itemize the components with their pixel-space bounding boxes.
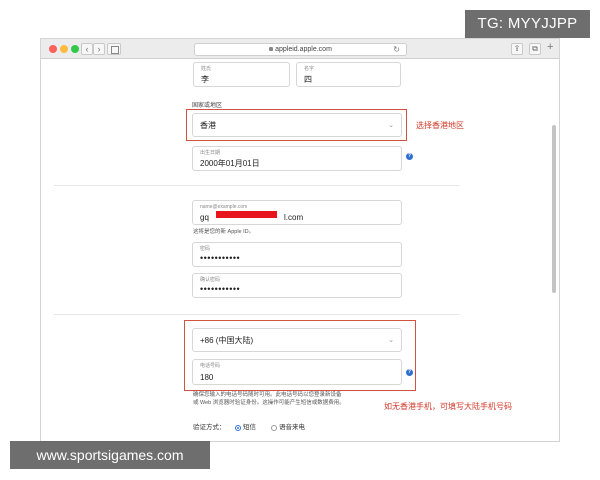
- password-field[interactable]: 密码 •••••••••••: [192, 242, 402, 267]
- screenshot: ‹ › appleid.apple.com ↻ ⇪ ⧉ + 姓氏 李 名字 四 …: [0, 0, 600, 480]
- password-value: •••••••••••: [200, 253, 241, 263]
- last-name-value: 李: [201, 75, 209, 84]
- email-suffix: l.com: [284, 213, 304, 222]
- email-label: name@example.com: [200, 204, 248, 210]
- phone-hint-line2: 或 Web 浏览器时验证身份。这操作可能产生短信或数据费用。: [193, 400, 345, 406]
- sms-radio[interactable]: [235, 425, 241, 431]
- email-redaction-bar: [216, 211, 277, 218]
- verify-method-label: 验证方式：: [193, 424, 226, 431]
- first-name-value: 四: [304, 75, 312, 84]
- phone-annotation: 如无香港手机，可填写大陆手机号码: [384, 402, 512, 411]
- sidebar-toggle-button[interactable]: [107, 43, 121, 55]
- forward-button[interactable]: ›: [93, 43, 105, 55]
- confirm-password-value: •••••••••••: [200, 284, 241, 294]
- birthdate-help-icon[interactable]: ?: [406, 153, 413, 160]
- birthdate-field[interactable]: 出生日期 2000年01月01日: [192, 146, 402, 171]
- minimize-window-button[interactable]: [60, 45, 68, 53]
- email-prefix: gq: [200, 213, 209, 222]
- voice-call-radio[interactable]: [271, 425, 277, 431]
- new-tab-button[interactable]: +: [547, 41, 553, 53]
- password-label: 密码: [200, 246, 211, 252]
- phone-highlight-box: [184, 320, 416, 391]
- confirm-password-field[interactable]: 确认密码 •••••••••••: [192, 273, 402, 298]
- lock-icon: [269, 47, 274, 52]
- confirm-password-label: 确认密码: [200, 277, 221, 283]
- website-watermark: www.sportsigames.com: [10, 441, 210, 469]
- phone-hint-line1: 确保您输入的电话号码随时可用。此电话号码以您登录新设备: [193, 392, 342, 398]
- browser-toolbar: ‹ › appleid.apple.com ↻ ⇪ ⧉ +: [41, 39, 559, 59]
- share-icon: ⇪: [513, 44, 521, 53]
- last-name-label: 姓氏: [201, 66, 212, 72]
- tabs-overview-button[interactable]: ⧉: [529, 43, 541, 55]
- first-name-label: 名字: [304, 66, 315, 72]
- scrollbar[interactable]: [552, 125, 556, 293]
- birthdate-label: 出生日期: [200, 150, 221, 156]
- birthdate-value: 2000年01月01日: [200, 159, 260, 168]
- url-text: appleid.apple.com: [275, 46, 332, 53]
- share-button[interactable]: ⇪: [511, 43, 523, 55]
- section-divider: [54, 185, 459, 186]
- close-window-button[interactable]: [49, 45, 57, 53]
- region-annotation: 选择香港地区: [416, 121, 464, 130]
- tabs-icon: ⧉: [532, 44, 538, 53]
- back-button[interactable]: ‹: [81, 43, 93, 55]
- reload-icon[interactable]: ↻: [393, 44, 400, 55]
- telegram-watermark: TG: MYYJJPP: [465, 10, 590, 38]
- voice-call-radio-label[interactable]: 语音来电: [279, 424, 305, 432]
- chevron-right-icon: ›: [97, 44, 101, 54]
- email-hint: 这将是您的新 Apple ID。: [193, 229, 255, 235]
- last-name-field[interactable]: 姓氏 李: [193, 62, 290, 87]
- address-bar[interactable]: appleid.apple.com ↻: [194, 43, 407, 56]
- zoom-window-button[interactable]: [71, 45, 79, 53]
- chevron-left-icon: ‹: [85, 44, 89, 54]
- sms-radio-label[interactable]: 短信: [243, 424, 256, 432]
- first-name-field[interactable]: 名字 四: [296, 62, 401, 87]
- section-divider: [54, 314, 459, 315]
- region-highlight-box: [186, 109, 407, 141]
